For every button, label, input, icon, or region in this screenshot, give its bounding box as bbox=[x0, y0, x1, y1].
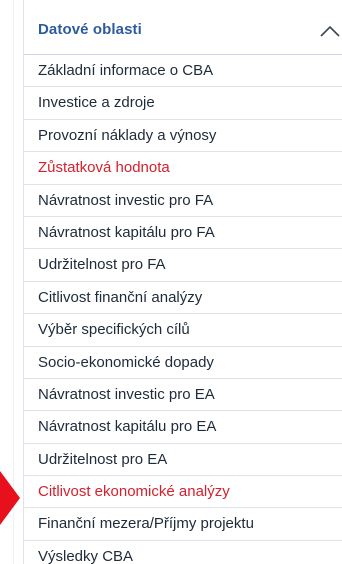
panel-title: Datové oblasti bbox=[38, 21, 142, 38]
list-item-label: Návratnost investic pro EA bbox=[38, 385, 215, 403]
list-item-label: Citlivost ekonomické analýzy bbox=[38, 483, 230, 501]
list-item[interactable]: Výsledky CBA bbox=[24, 540, 342, 564]
list-item-label: Provozní náklady a výnosy bbox=[38, 126, 217, 144]
list-item-label: Výsledky CBA bbox=[38, 547, 134, 564]
list-item[interactable]: Udržitelnost pro FA bbox=[24, 249, 342, 282]
list-item[interactable]: Návratnost kapitálu pro EA bbox=[24, 411, 342, 444]
list-item-label: Citlivost finanční analýzy bbox=[38, 288, 203, 306]
list-item[interactable]: Návratnost investic pro EA bbox=[24, 378, 342, 412]
list-item-label: Finanční mezera/Příjmy projektu bbox=[38, 515, 254, 533]
list-item[interactable]: Výběr specifických cílů bbox=[24, 314, 342, 347]
list-item[interactable]: Návratnost kapitálu pro FA bbox=[24, 216, 342, 250]
panel-header[interactable]: Datové oblasti bbox=[24, 0, 342, 55]
list-item[interactable]: Socio-ekonomické dopady bbox=[24, 346, 342, 379]
list-item-label: Výběr specifických cílů bbox=[38, 321, 190, 339]
list-item-label: Investice a zdroje bbox=[38, 94, 155, 112]
list-item-label: Zůstatková hodnota bbox=[38, 159, 170, 177]
pointer-arrow-icon bbox=[0, 471, 20, 525]
list-item-label: Udržitelnost pro EA bbox=[38, 450, 168, 468]
list-item-label: Udržitelnost pro FA bbox=[38, 256, 166, 274]
list-item[interactable]: Investice a zdroje bbox=[24, 87, 342, 120]
data-areas-panel: Datové oblasti Základní informace o CBA … bbox=[23, 0, 342, 564]
list-item[interactable]: Základní informace o CBA bbox=[24, 55, 342, 88]
list-item[interactable]: Zůstatková hodnota bbox=[24, 152, 342, 185]
list-item[interactable]: Citlivost finanční analýzy bbox=[24, 281, 342, 315]
list-item[interactable]: Provozní náklady a výnosy bbox=[24, 119, 342, 153]
chevron-up-icon[interactable] bbox=[319, 24, 341, 38]
list-item[interactable]: Udržitelnost pro EA bbox=[24, 443, 342, 477]
list-item[interactable]: Finanční mezera/Příjmy projektu bbox=[24, 508, 342, 541]
data-areas-list: Základní informace o CBA Investice a zdr… bbox=[24, 55, 342, 564]
list-item-label: Základní informace o CBA bbox=[38, 62, 214, 79]
page: Datové oblasti Základní informace o CBA … bbox=[0, 0, 342, 564]
list-item[interactable]: Návratnost investic pro FA bbox=[24, 184, 342, 217]
list-item-label: Socio-ekonomické dopady bbox=[38, 353, 214, 371]
list-item-label: Návratnost kapitálu pro FA bbox=[38, 223, 215, 241]
list-item[interactable]: Citlivost ekonomické analýzy bbox=[24, 476, 342, 509]
list-item-label: Návratnost kapitálu pro EA bbox=[38, 418, 217, 436]
list-item-label: Návratnost investic pro FA bbox=[38, 191, 214, 209]
